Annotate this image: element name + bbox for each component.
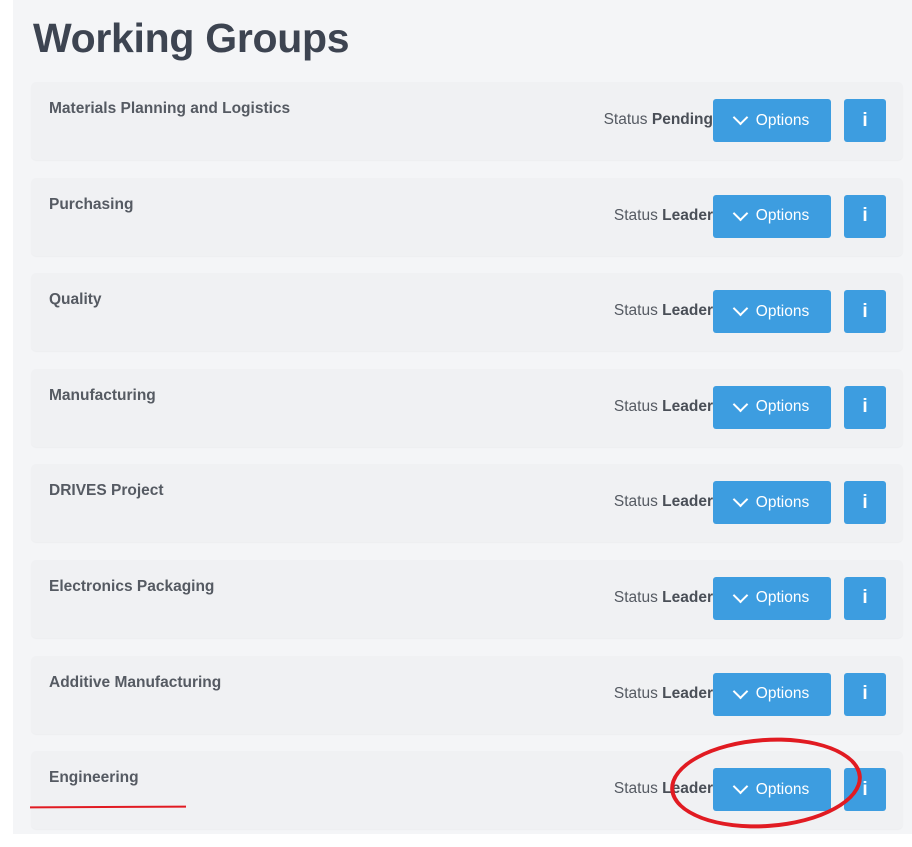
- working-group-row: Purchasing Status Leader Options i: [31, 177, 903, 256]
- info-icon: i: [862, 205, 868, 227]
- status-label: Status: [613, 397, 658, 415]
- group-name: Additive Manufacturing: [49, 673, 222, 691]
- info-button[interactable]: i: [844, 99, 886, 142]
- chevron-down-icon: [732, 492, 749, 508]
- info-button[interactable]: i: [844, 768, 886, 812]
- status-value: Leader: [662, 397, 713, 415]
- info-button[interactable]: i: [844, 481, 886, 525]
- chevron-down-icon: [732, 300, 749, 317]
- status-label: Status: [613, 493, 658, 511]
- group-status: Status Leader: [614, 398, 713, 416]
- options-label: Options: [755, 398, 810, 416]
- group-status: Status Pending: [604, 111, 713, 129]
- options-label: Options: [755, 302, 810, 320]
- status-value: Leader: [662, 588, 713, 606]
- status-label: Status: [613, 302, 658, 320]
- options-label: Options: [755, 111, 810, 129]
- chevron-down-icon: [732, 205, 749, 221]
- options-button[interactable]: Options: [713, 385, 831, 429]
- status-value: Leader: [662, 493, 713, 511]
- status-value: Leader: [662, 780, 713, 798]
- group-name: Manufacturing: [49, 386, 156, 404]
- info-button[interactable]: i: [844, 194, 886, 238]
- status-value: Leader: [662, 302, 713, 320]
- group-name: Purchasing: [49, 195, 134, 213]
- info-button[interactable]: i: [844, 385, 886, 429]
- options-button[interactable]: Options: [713, 576, 831, 620]
- status-value: Leader: [662, 206, 713, 224]
- group-status: Status Leader: [614, 780, 713, 798]
- group-status: Status Leader: [614, 685, 713, 703]
- chevron-down-icon: [732, 396, 749, 413]
- info-button[interactable]: i: [844, 672, 886, 716]
- options-button[interactable]: Options: [713, 99, 831, 142]
- chevron-down-icon: [732, 109, 749, 126]
- working-group-row: Manufacturing Status Leader Options i: [31, 368, 903, 447]
- info-button[interactable]: i: [844, 290, 886, 334]
- info-icon: i: [862, 683, 868, 705]
- group-name: Electronics Packaging: [49, 577, 215, 595]
- group-status: Status Leader: [614, 493, 713, 511]
- info-icon: i: [862, 778, 868, 800]
- group-name: Engineering: [49, 769, 139, 787]
- options-button[interactable]: Options: [713, 672, 831, 716]
- status-label: Status: [613, 780, 658, 798]
- options-button[interactable]: Options: [713, 194, 831, 238]
- chevron-down-icon: [732, 683, 749, 699]
- info-icon: i: [862, 109, 868, 131]
- working-group-row: Engineering Status Leader Options i: [31, 751, 903, 830]
- group-status: Status Leader: [614, 207, 713, 225]
- options-button[interactable]: Options: [713, 481, 831, 525]
- status-label: Status: [603, 111, 648, 128]
- options-button[interactable]: Options: [713, 768, 831, 812]
- page-title: Working Groups: [33, 15, 350, 61]
- working-group-row: Materials Planning and Logistics Status …: [31, 82, 903, 160]
- group-status: Status Leader: [614, 302, 713, 320]
- working-group-row: DRIVES Project Status Leader Options i: [31, 464, 903, 543]
- status-value: Pending: [651, 111, 713, 128]
- working-groups-list: Materials Planning and Logistics Status …: [31, 82, 903, 847]
- options-label: Options: [755, 589, 810, 607]
- group-status: Status Leader: [614, 589, 713, 607]
- status-label: Status: [613, 206, 658, 224]
- info-icon: i: [862, 587, 868, 609]
- options-label: Options: [755, 207, 810, 225]
- info-icon: i: [862, 396, 868, 418]
- working-group-row: Additive Manufacturing Status Leader Opt…: [31, 655, 903, 734]
- options-label: Options: [755, 685, 810, 703]
- info-icon: i: [862, 300, 868, 322]
- group-name: Materials Planning and Logistics: [49, 100, 291, 117]
- options-label: Options: [755, 780, 810, 798]
- status-label: Status: [613, 684, 658, 702]
- working-group-row: Quality Status Leader Options i: [31, 273, 903, 352]
- group-name: DRIVES Project: [49, 482, 164, 500]
- working-group-row: Electronics Packaging Status Leader Opti…: [31, 559, 903, 638]
- chevron-down-icon: [732, 778, 749, 795]
- group-name: Quality: [49, 291, 102, 309]
- options-label: Options: [755, 493, 810, 511]
- info-button[interactable]: i: [844, 576, 886, 620]
- info-icon: i: [862, 491, 868, 513]
- chevron-down-icon: [732, 587, 749, 604]
- status-value: Leader: [662, 684, 713, 702]
- status-label: Status: [613, 588, 658, 606]
- options-button[interactable]: Options: [713, 290, 831, 334]
